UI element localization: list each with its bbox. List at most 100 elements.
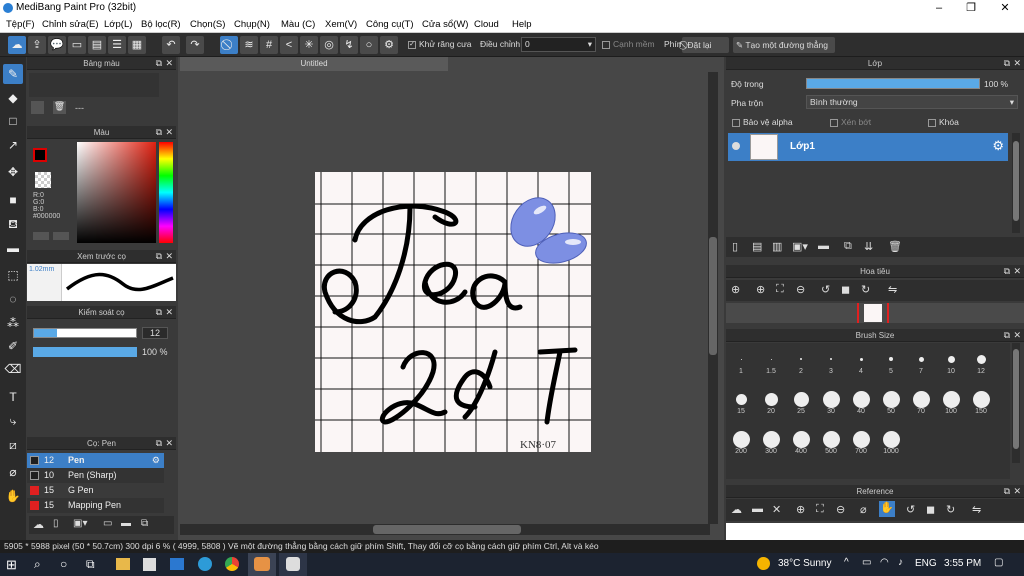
folder-icon[interactable]: ▬	[121, 518, 131, 529]
brush-size-option[interactable]: 1000	[878, 431, 904, 455]
curve-tool-icon[interactable]: ↗	[3, 135, 23, 155]
panel-close-icon[interactable]: ✕	[165, 126, 173, 139]
detach-icon[interactable]: ⧉	[156, 306, 162, 319]
detach-icon[interactable]: ⧉	[1004, 57, 1010, 70]
panel-close-icon[interactable]: ✕	[165, 250, 173, 263]
detach-icon[interactable]: ⧉	[156, 57, 162, 70]
add-layer-menu-icon[interactable]: ▣▾	[792, 240, 808, 253]
gradient-tool-icon[interactable]: ▬	[3, 238, 23, 258]
move-tool-icon[interactable]: ✥	[3, 162, 23, 182]
menu-view[interactable]: Xem(V)	[325, 19, 357, 30]
vertical-scrollbar[interactable]	[708, 72, 718, 524]
reset-view-icon[interactable]: ◼	[841, 283, 850, 296]
panel-close-icon[interactable]: ✕	[1013, 329, 1021, 342]
vanish-snap-icon[interactable]: <	[280, 36, 298, 54]
divide-tool-icon[interactable]: ⧄	[3, 435, 23, 455]
radial-snap-icon[interactable]: ✳	[300, 36, 318, 54]
no-snap-icon[interactable]: ⃠	[220, 36, 238, 54]
task-view-icon[interactable]: ⧉	[86, 557, 95, 572]
edge-icon[interactable]	[198, 557, 212, 571]
flip-icon[interactable]: ⇋	[888, 283, 897, 296]
brushsize-scrollbar[interactable]	[1012, 343, 1020, 463]
brush-size-option[interactable]: 150	[968, 391, 994, 415]
brush-edit-icon[interactable]: ▭	[103, 518, 112, 529]
select-tool-icon[interactable]: ⬚	[3, 265, 23, 285]
clipping-checkbox[interactable]: Xén bớt	[830, 117, 871, 127]
fit-icon[interactable]: ⛶	[816, 503, 824, 516]
panel-close-icon[interactable]: ✕	[1013, 57, 1021, 70]
cloud-brush-icon[interactable]: ☁	[33, 518, 44, 531]
brush-size-option[interactable]: 30	[818, 391, 844, 415]
brush-size-option[interactable]: 100	[938, 391, 964, 415]
brush-size-option[interactable]: 12	[968, 351, 994, 375]
open-icon[interactable]: ▬	[752, 503, 763, 515]
menu-window[interactable]: Cửa sổ(W)	[422, 19, 468, 30]
menu-capture[interactable]: Chụp(N)	[234, 19, 270, 30]
clock[interactable]: 3:55 PM	[944, 558, 981, 569]
new-layer-icon[interactable]: ▯	[732, 240, 738, 253]
brush-size-option[interactable]: 15	[728, 391, 754, 415]
zoom-in-alt-icon[interactable]: ⊕	[756, 283, 765, 296]
cortana-icon[interactable]: ○	[60, 557, 67, 571]
brush-size-option[interactable]: 400	[788, 431, 814, 455]
folder-icon[interactable]: ▬	[818, 240, 829, 252]
gear-icon[interactable]: ⚙	[152, 453, 160, 468]
magic-wand-icon[interactable]: ⁂	[3, 313, 23, 333]
concentric-snap-icon[interactable]: ◎	[320, 36, 338, 54]
color-swatch-area[interactable]	[29, 73, 159, 97]
medibang-running-icon[interactable]	[248, 553, 276, 576]
parallel-snap-icon[interactable]: ≋	[240, 36, 258, 54]
eyedropper-icon[interactable]: ⌀	[860, 503, 867, 516]
protect-alpha-checkbox[interactable]: Bảo vệ alpha	[732, 117, 793, 127]
network-icon[interactable]: ▭	[862, 557, 871, 568]
zoom-out-icon[interactable]: ⊖	[796, 283, 805, 296]
menu-tools[interactable]: Công cụ(T)	[366, 19, 414, 30]
add-brush-icon[interactable]: ▯	[53, 518, 59, 529]
eraser-tool-icon[interactable]: ◆	[3, 88, 23, 108]
brush-size-option[interactable]: 7	[908, 351, 934, 375]
fill-rect-tool-icon[interactable]: ■	[3, 190, 23, 210]
brush-tool-icon[interactable]: ✎	[3, 64, 23, 84]
medibang-window-icon[interactable]	[279, 553, 307, 576]
new-halftone-layer-icon[interactable]: ▤	[752, 240, 762, 253]
trash-icon[interactable]: 🗑	[53, 101, 66, 114]
maximize-button[interactable]: ❐	[954, 0, 988, 17]
menu-help[interactable]: Help	[512, 19, 532, 30]
reset-button[interactable]: ⃠ Đặt lại	[682, 37, 729, 53]
upload-icon[interactable]: ⇪	[28, 36, 46, 54]
brush-size-option[interactable]: 40	[848, 391, 874, 415]
brush-size-option[interactable]: 1.5	[758, 351, 784, 375]
brush-menu-icon[interactable]: ▣▾	[73, 518, 87, 529]
rotate-right-icon[interactable]: ↻	[946, 503, 955, 516]
menu-select[interactable]: Chọn(S)	[190, 19, 225, 30]
brush-size-option[interactable]: 700	[848, 431, 874, 455]
comment-icon[interactable]: 💬	[48, 36, 66, 54]
menu-layer[interactable]: Lớp(L)	[104, 19, 132, 30]
layer-opacity-slider[interactable]	[806, 78, 980, 89]
detach-icon[interactable]: ⧉	[1004, 265, 1010, 278]
dot-tool-icon[interactable]: □	[3, 111, 23, 131]
brush-opacity-slider[interactable]	[33, 347, 137, 357]
cloud-icon[interactable]: ☁	[731, 503, 742, 516]
grid-icon[interactable]: ▦	[128, 36, 146, 54]
brush-size-option[interactable]: 25	[788, 391, 814, 415]
panel-close-icon[interactable]: ✕	[165, 437, 173, 450]
reference-canvas[interactable]	[726, 523, 1024, 540]
transparent-color[interactable]	[35, 172, 51, 188]
close-button[interactable]: ✕	[988, 0, 1022, 17]
gear-icon[interactable]: ⚙	[992, 138, 1004, 154]
duplicate-icon[interactable]: ⧉	[141, 518, 148, 529]
brush-size-option[interactable]: 1	[728, 351, 754, 375]
duplicate-layer-icon[interactable]: ⧉	[844, 240, 852, 253]
blend-select[interactable]: Bình thường ▾	[806, 95, 1018, 109]
list-icon[interactable]: ☰	[108, 36, 126, 54]
detach-icon[interactable]: ⧉	[156, 437, 162, 450]
detach-icon[interactable]: ⧉	[1004, 485, 1010, 498]
color-mode-button[interactable]	[33, 232, 49, 240]
snap-settings-icon[interactable]: ⚙	[380, 36, 398, 54]
windows-start-icon[interactable]: ⊞	[6, 557, 17, 573]
wifi-icon[interactable]: ◠	[880, 557, 889, 568]
operation-tool-icon[interactable]: ⤷	[3, 411, 23, 431]
detach-icon[interactable]: ⧉	[1004, 329, 1010, 342]
soft-edge-checkbox[interactable]: Cạnh mềm	[602, 39, 655, 49]
